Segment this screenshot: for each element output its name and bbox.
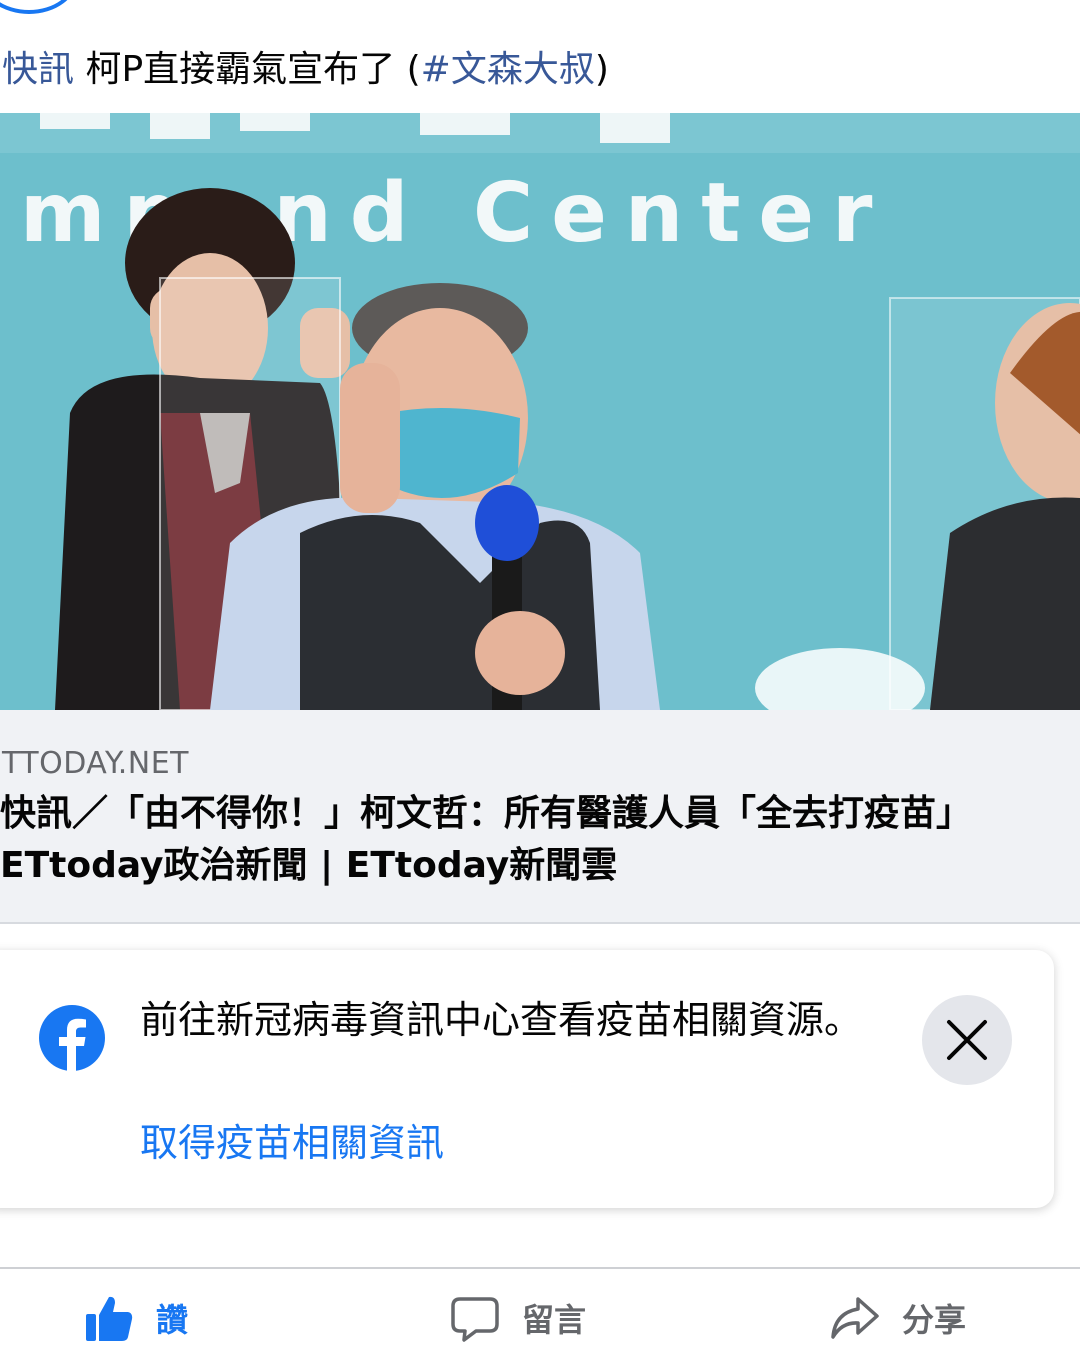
share-arrow-icon	[831, 1297, 879, 1339]
close-icon	[947, 1020, 987, 1060]
comment-label: 留言	[522, 1301, 587, 1339]
action-bar: 讚 留言 分享	[0, 1270, 1080, 1346]
share-label: 分享	[902, 1301, 967, 1339]
press-conference-photo: mm nd Center	[0, 113, 1080, 710]
covid-info-card: 前往新冠病毒資訊中心查看疫苗相關資源。 取得疫苗相關資訊	[0, 950, 1054, 1208]
post-suffix: )	[594, 49, 609, 90]
facebook-logo-icon	[39, 1005, 105, 1072]
post-prefix: 快訊	[2, 49, 75, 90]
link-title-line-2: ETtoday政治新聞 | ETtoday新聞雲	[0, 845, 618, 886]
avatar[interactable]	[0, 0, 78, 14]
card-message: 前往新冠病毒資訊中心查看疫苗相關資源。	[140, 998, 863, 1042]
vaccine-info-link[interactable]: 取得疫苗相關資訊	[140, 1112, 444, 1167]
action-divider	[0, 1267, 1080, 1269]
post-text: 快訊 柯P直接霸氣宣布了 (#文森大叔)	[2, 40, 609, 100]
hashtag-link[interactable]: #文森大叔	[421, 49, 595, 90]
share-button[interactable]: 分享	[830, 1290, 966, 1346]
link-domain: TTODAY.NET	[2, 746, 190, 781]
link-title-line-1: 快訊／「由不得你！」柯文哲：所有醫護人員「全去打疫苗」	[0, 793, 973, 834]
comment-icon	[451, 1297, 499, 1342]
comment-button[interactable]: 留言	[450, 1290, 586, 1346]
link-title: 快訊／「由不得你！」柯文哲：所有醫護人員「全去打疫苗」 ETtoday政治新聞 …	[0, 788, 1070, 892]
like-label: 讚	[156, 1301, 189, 1339]
link-preview[interactable]: TTODAY.NET 快訊／「由不得你！」柯文哲：所有醫護人員「全去打疫苗」 E…	[0, 710, 1080, 924]
thumbs-up-icon	[86, 1296, 133, 1341]
post-headline: 柯P直接霸氣宣布了 (	[74, 49, 421, 90]
like-button[interactable]: 讚	[84, 1290, 188, 1346]
post-photo[interactable]: mm nd Center	[0, 113, 1080, 710]
close-button[interactable]	[922, 995, 1012, 1085]
